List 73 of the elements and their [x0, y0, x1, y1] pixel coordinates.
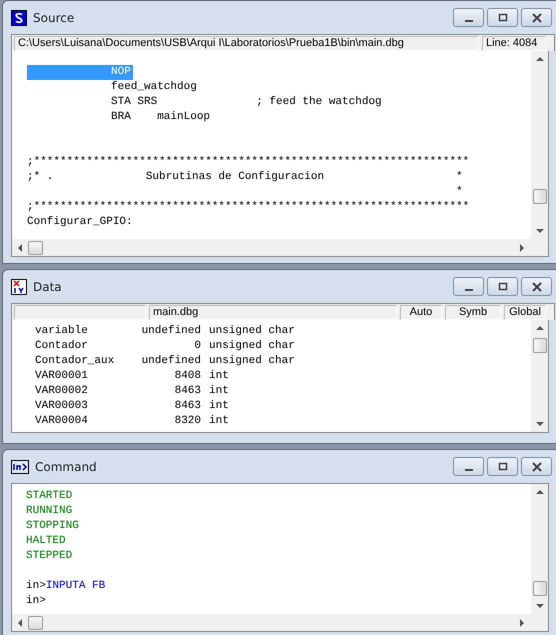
code-line: feed_watchdog	[110, 80, 197, 95]
variable-value: 8320	[174, 414, 201, 429]
close-button[interactable]	[521, 8, 552, 27]
minimize-button[interactable]	[453, 277, 484, 296]
code-line: Configurar_GPIO:	[27, 215, 133, 230]
maximize-icon	[496, 12, 508, 22]
variable-name: VAR00004	[35, 414, 89, 429]
variable-value: 8463	[174, 399, 201, 414]
prompt: in>	[26, 580, 46, 592]
variable-type: int	[209, 369, 230, 384]
minimize-button[interactable]	[453, 8, 484, 27]
variable-value: 0	[193, 339, 201, 354]
close-button[interactable]	[521, 277, 552, 296]
variable-type: unsigned char	[209, 324, 296, 339]
window-title: Data	[33, 280, 62, 294]
code-line: BRA mainLoop	[110, 110, 210, 125]
minimize-icon	[464, 288, 472, 290]
minimize-button[interactable]	[453, 457, 484, 476]
status-line: STEPPED	[26, 549, 74, 564]
vertical-scrollbar[interactable]	[531, 320, 548, 432]
variable-name: VAR00001	[35, 369, 89, 384]
variable-name: Contador	[35, 339, 89, 354]
window-title: Command	[35, 460, 97, 474]
variable-name: VAR00003	[35, 399, 89, 414]
variable-type: unsigned char	[209, 339, 296, 354]
vertical-scrollbar[interactable]	[531, 51, 548, 239]
source-window-icon	[11, 10, 27, 26]
variable-type: int	[209, 399, 230, 414]
maximize-button[interactable]	[487, 277, 518, 296]
status-line: HALTED	[26, 534, 67, 549]
variable-type: int	[209, 384, 230, 399]
mode-button[interactable]: Global	[504, 305, 546, 320]
maximize-icon	[496, 282, 508, 292]
vertical-scrollbar[interactable]	[531, 484, 548, 614]
code-line: ;* . Subrutinas de Configuracion *	[27, 170, 463, 185]
horizontal-scrollbar[interactable]	[11, 614, 549, 632]
code-line: ;******************************************************************	[27, 155, 470, 170]
variable-type: unsigned char	[209, 354, 296, 369]
minimize-icon	[464, 468, 472, 470]
data-window-icon	[11, 278, 27, 294]
close-button[interactable]	[521, 457, 552, 476]
file-path-field: C:\Users\Luisana\Documents\USB\Arqui I\Laboratorios\Prueba1B\bin\main.dbg	[14, 36, 479, 51]
variable-value: undefined	[140, 354, 201, 369]
status-line: STOPPING	[26, 519, 80, 534]
status-line: RUNNING	[26, 504, 74, 519]
mode-button[interactable]: Symb	[445, 305, 501, 320]
command-text: INPUTA FB	[46, 580, 106, 592]
close-icon	[530, 12, 542, 22]
variable-name: Contador_aux	[35, 354, 116, 369]
variable-name: variable	[35, 324, 89, 339]
maximize-button[interactable]	[487, 8, 518, 27]
minimize-icon	[464, 20, 472, 22]
maximize-button[interactable]	[487, 457, 518, 476]
close-icon	[530, 462, 542, 472]
horizontal-scrollbar[interactable]	[11, 239, 549, 257]
variable-name: VAR00002	[35, 384, 89, 399]
variable-value: 8463	[174, 384, 201, 399]
code-line: STA SRS ; feed the watchdog	[110, 95, 382, 110]
expression-field[interactable]	[14, 305, 146, 320]
close-icon	[530, 282, 542, 292]
prompt: in>	[26, 595, 46, 607]
window-title: Source	[33, 10, 74, 24]
variable-type: int	[209, 414, 230, 429]
scope-field: main.dbg	[149, 305, 397, 320]
code-line: *	[455, 185, 463, 200]
variable-value: undefined	[140, 324, 201, 339]
maximize-icon	[496, 462, 508, 472]
command-window-icon	[11, 460, 29, 474]
mode-button[interactable]: Auto	[400, 305, 442, 320]
variable-value: 8408	[174, 369, 201, 384]
line-number-field: Line: 4084	[482, 36, 546, 51]
status-line: STARTED	[26, 489, 74, 504]
code-line: ;******************************************************************	[27, 200, 470, 215]
